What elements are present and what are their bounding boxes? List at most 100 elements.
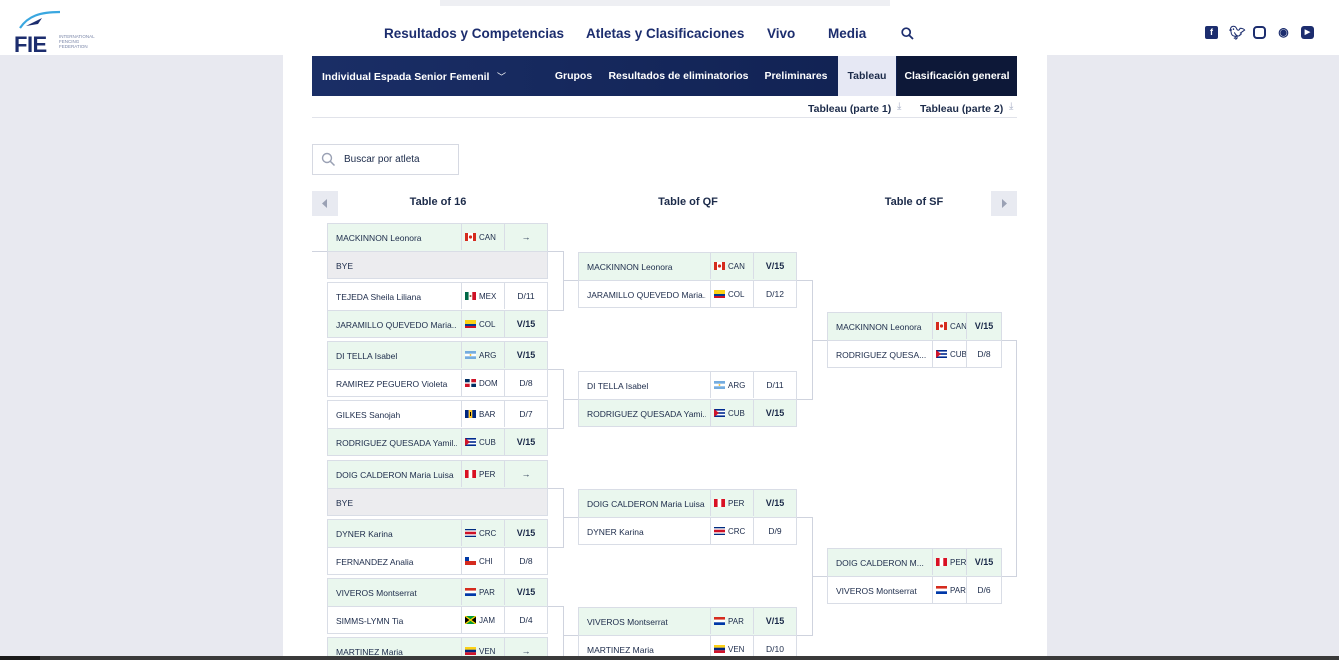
fencer-row[interactable]: DYNER Karina CRC D/9 [579,517,796,544]
fencer-name[interactable]: MACKINNON Leonora [836,322,928,332]
bout-score: V/15 [504,579,547,605]
bottom-scrollbar[interactable] [40,656,1339,660]
fencer-name[interactable]: JARAMILLO QUEVEDO Maria... [587,290,706,300]
facebook-icon[interactable]: f [1205,26,1218,39]
nav-atletas[interactable]: Atletas y Clasificaciones [586,26,744,41]
nationality-code: VEN [728,645,745,654]
fencer-row[interactable]: MACKINNON Leonora CAN V/15 [579,253,796,280]
fencer-name[interactable]: BYE [336,261,457,271]
fencer-row[interactable]: MACKINNON Leonora CAN → [328,224,547,251]
nationality-code: ARG [728,381,746,390]
fencer-name[interactable]: DYNER Karina [587,527,706,537]
fencer-row[interactable]: VIVEROS Montserrat PAR V/15 [328,579,547,606]
fencer-row[interactable]: DYNER Karina CRC V/15 [328,520,547,547]
fie-logo[interactable]: FIE INTERNATIONAL FENCING FEDERATION [14,10,104,57]
fencer-name[interactable]: MACKINNON Leonora [336,233,457,243]
cell-divider [461,283,462,309]
bout-score: V/15 [504,311,547,337]
fencer-row[interactable]: RODRIGUEZ QUESADA Yami... CUB V/15 [579,399,796,426]
fencer-name[interactable]: DI TELLA Isabel [587,381,706,391]
fencer-name[interactable]: DOIG CALDERON Maria Luisa [587,499,706,509]
fencer-name[interactable]: JARAMILLO QUEVEDO Maria... [336,320,457,330]
fencer-name[interactable]: MACKINNON Leonora [587,262,706,272]
fencer-row[interactable]: GILKES Sanojah BAR D/7 [328,401,547,428]
cell-divider [710,253,711,279]
download-icon[interactable]: ⤓ [897,101,901,112]
prev-round-button[interactable] [312,191,338,216]
bracket-connector [548,488,563,489]
flag-icon [465,379,476,387]
tab-preliminares[interactable]: Preliminares [758,56,834,96]
nav-vivo[interactable]: Vivo [767,26,795,41]
fencer-row[interactable]: RAMIREZ PEGUERO Violeta DOM D/8 [328,369,547,396]
fencer-row[interactable]: BYE [328,488,547,515]
nationality-code: CAN [950,322,967,331]
nav-resultados[interactable]: Resultados y Competencias [384,26,564,41]
subtab-parte-2[interactable]: Tableau (parte 2) [920,103,1003,115]
fencer-name[interactable]: RODRIGUEZ QUESA... [836,350,928,360]
fencer-name[interactable]: RODRIGUEZ QUESADA Yami... [587,409,706,419]
fencer-name[interactable]: TEJEDA Sheila Liliana [336,292,457,302]
fencer-row[interactable]: FERNANDEZ Analia CHI D/8 [328,547,547,574]
fencer-row[interactable]: SIMMS-LYMN Tia JAM D/4 [328,606,547,633]
bout-card: GILKES Sanojah BAR D/7 RODRIGUEZ QUESADA Ya… [327,400,548,456]
fencer-name[interactable]: DOIG CALDERON M... [836,558,928,568]
search-icon[interactable] [901,27,914,40]
chevron-down-icon[interactable]: ﹀ [497,70,506,83]
advance-arrow-icon: → [504,224,547,250]
tab-tableau[interactable]: Tableau [838,56,896,96]
event-selector[interactable]: Individual Espada Senior Femenil [322,71,489,83]
fencer-name[interactable]: GILKES Sanojah [336,410,457,420]
fencer-name[interactable]: SIMMS-LYMN Tia [336,616,457,626]
flag-icon [465,438,476,446]
bracket-connector [548,547,563,548]
cell-divider [710,372,711,398]
bout-score: V/15 [504,342,547,368]
fencer-name[interactable]: DOIG CALDERON Maria Luisa [336,470,457,480]
weibo-icon[interactable]: ◉ [1277,26,1290,39]
fencer-row[interactable]: VIVEROS Montserrat PAR D/6 [828,576,1001,603]
fencer-name[interactable]: VIVEROS Montserrat [336,588,457,598]
tab-clasificacion-general[interactable]: Clasificación general [897,56,1017,96]
nationality-code: ARG [479,351,497,360]
fencer-row[interactable]: RODRIGUEZ QUESADA Yamil... CUB V/15 [328,428,547,455]
instagram-icon[interactable] [1253,26,1266,39]
fencer-name[interactable]: DI TELLA Isabel [336,351,457,361]
athlete-search-input[interactable]: Buscar por atleta [312,144,459,175]
search-icon [321,152,336,167]
youtube-icon[interactable]: ▶ [1301,26,1314,39]
fencer-row[interactable]: TEJEDA Sheila Liliana MEX D/11 [328,283,547,310]
fencer-row[interactable]: DOIG CALDERON Maria Luisa PER V/15 [579,490,796,517]
fencer-name[interactable]: RAMIREZ PEGUERO Violeta [336,379,457,389]
tab-grupos[interactable]: Grupos [548,56,599,96]
fencer-row[interactable]: DI TELLA Isabel ARG D/11 [579,372,796,399]
fencer-row[interactable]: DOIG CALDERON M... PER V/15 [828,549,1001,576]
subtab-parte-1[interactable]: Tableau (parte 1) [808,103,891,115]
fencer-row[interactable]: MACKINNON Leonora CAN V/15 [828,313,1001,340]
fencer-logo-icon [19,10,61,29]
fencer-row[interactable]: RODRIGUEZ QUESA... CUB D/8 [828,340,1001,367]
fencer-name[interactable]: DYNER Karina [336,529,457,539]
bout-score: D/6 [966,577,1001,603]
nav-media[interactable]: Media [828,26,866,41]
fencer-row[interactable]: BYE [328,251,547,278]
next-round-button[interactable] [991,191,1017,216]
fencer-name[interactable]: FERNANDEZ Analia [336,557,457,567]
tab-resultados-eliminatorios[interactable]: Resultados de eliminatorios [603,56,754,96]
fencer-name[interactable]: MARTINEZ Maria [587,645,706,655]
bout-score: D/11 [753,372,796,398]
fencer-row[interactable]: DI TELLA Isabel ARG V/15 [328,342,547,369]
fencer-name[interactable]: RODRIGUEZ QUESADA Yamil... [336,438,457,448]
twitter-icon[interactable]: 🐦︎ [1229,26,1246,39]
fencer-row[interactable]: JARAMILLO QUEVEDO Maria... COL D/12 [579,280,796,307]
bout-score: D/8 [966,341,1001,367]
fencer-row[interactable]: DOIG CALDERON Maria Luisa PER → [328,461,547,488]
fencer-name[interactable]: BYE [336,498,457,508]
flag-icon [465,470,476,478]
fencer-row[interactable]: JARAMILLO QUEVEDO Maria... COL V/15 [328,310,547,337]
flag-icon [465,557,476,565]
fencer-name[interactable]: VIVEROS Montserrat [587,617,706,627]
fencer-row[interactable]: VIVEROS Montserrat PAR V/15 [579,608,796,635]
download-icon[interactable]: ⤓ [1009,101,1013,112]
fencer-name[interactable]: VIVEROS Montserrat [836,586,928,596]
